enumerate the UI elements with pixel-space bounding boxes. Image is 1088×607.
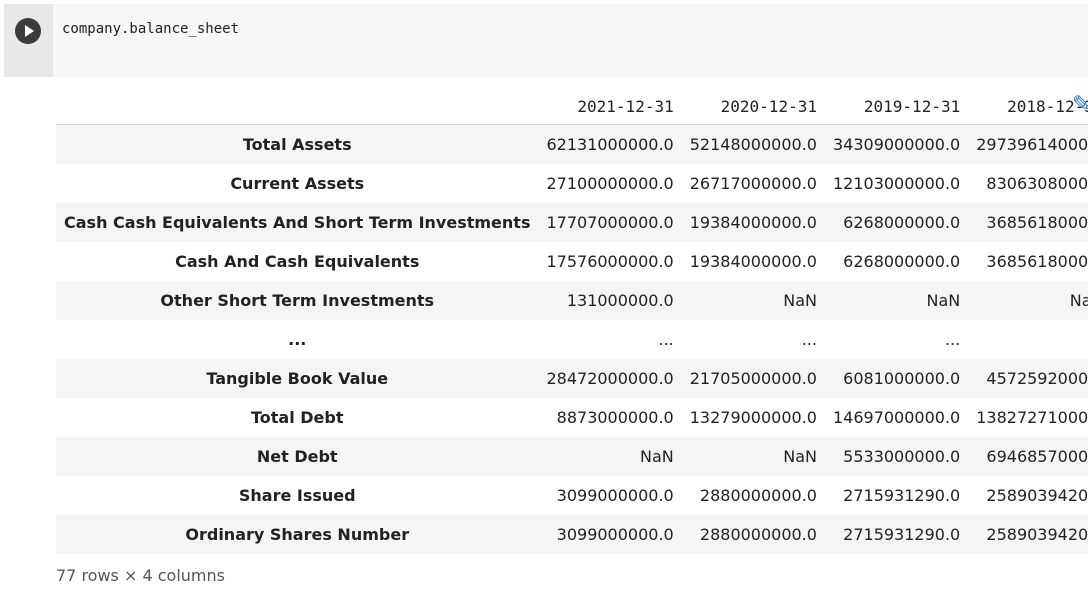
table-row: Current Assets 27100000000.0 26717000000.0…	[56, 164, 1088, 203]
play-icon	[25, 25, 34, 37]
table-cell: 2589039420.0	[986, 486, 1088, 505]
table-cell: 8306308000.0	[986, 174, 1088, 193]
table-cell: NaN	[1069, 291, 1088, 310]
table-cell: NaN	[783, 291, 817, 310]
table-cell: 2589039420.0	[986, 525, 1088, 544]
table-cell: NaN	[783, 447, 817, 466]
row-label: Cash And Cash Equivalents	[175, 252, 420, 271]
table-cell: 4572592000.0	[986, 369, 1088, 388]
table-cell: 27100000000.0	[546, 174, 674, 193]
table-cell: 6268000000.0	[843, 213, 961, 232]
table-cell: NaN	[926, 291, 961, 310]
table-row: Ordinary Shares Number 3099000000.0 288000…	[56, 515, 1088, 554]
row-label: Ordinary Shares Number	[185, 525, 410, 544]
dataframe-shape-info: 77 rows × 4 columns	[56, 566, 225, 585]
table-cell: 62131000000.0	[546, 135, 674, 154]
table-header-row: 2021-12-31 2020-12-31 2019-12-31 2018-12…	[56, 88, 1088, 125]
table-cell: 6268000000.0	[843, 252, 961, 271]
table-cell: ...	[801, 330, 817, 349]
table-cell: 12103000000.0	[832, 174, 961, 193]
row-label: Net Debt	[256, 447, 338, 466]
table-row: Tangible Book Value 28472000000.0 21705000…	[56, 359, 1088, 398]
table-cell: 2880000000.0	[699, 486, 817, 505]
column-header: 2020-12-31	[681, 88, 825, 125]
table-cell: 13279000000.0	[689, 408, 817, 427]
index-header	[56, 88, 539, 125]
code-text: company.balance_sheet	[62, 21, 240, 37]
table-cell: 131000000.0	[566, 291, 674, 310]
row-label: Share Issued	[238, 486, 356, 505]
table-cell: 19384000000.0	[689, 213, 817, 232]
code-editor[interactable]: company.balance_sheet	[53, 4, 1088, 77]
table-cell: 19384000000.0	[689, 252, 817, 271]
column-header: 2018-12-31	[968, 88, 1088, 125]
row-label: ...	[288, 330, 307, 349]
row-label: Current Assets	[230, 174, 365, 193]
cell-gutter	[4, 4, 53, 77]
table-row: Net Debt NaN NaN 5533000000.0 6946857000.0	[56, 437, 1088, 476]
table-cell: ...	[968, 320, 1088, 359]
row-label: Tangible Book Value	[206, 369, 389, 388]
table-row: Cash And Cash Equivalents 17576000000.0 19…	[56, 242, 1088, 281]
table-cell: 3685618000.0	[986, 213, 1088, 232]
table-cell: 13827271000.0	[976, 408, 1088, 427]
table-cell: 3099000000.0	[556, 486, 674, 505]
row-label: Cash Cash Equivalents And Short Term Inv…	[64, 213, 531, 232]
table-row: Share Issued 3099000000.0 2880000000.0 2715…	[56, 476, 1088, 515]
row-label: Total Assets	[242, 135, 352, 154]
edit-icon[interactable]: ✎	[1072, 92, 1088, 122]
table-cell: 3099000000.0	[556, 525, 674, 544]
table-cell: 3685618000.0	[986, 252, 1088, 271]
table-cell: ...	[658, 330, 674, 349]
table-cell: ...	[944, 330, 961, 349]
table-cell: 6081000000.0	[843, 369, 961, 388]
table-cell: 14697000000.0	[832, 408, 961, 427]
table-row: Total Assets 62131000000.0 52148000000.0 34…	[56, 124, 1088, 164]
table-row: Cash Cash Equivalents And Short Term Inv…	[56, 203, 1088, 242]
table-row: ...............	[56, 320, 1088, 359]
table-cell: 8873000000.0	[556, 408, 674, 427]
table-body: Total Assets 62131000000.0 52148000000.0 34…	[56, 124, 1088, 554]
table-cell: 34309000000.0	[832, 135, 961, 154]
table-cell: 52148000000.0	[689, 135, 817, 154]
table-cell: NaN	[639, 447, 674, 466]
run-cell-button[interactable]	[15, 18, 41, 44]
column-header: 2021-12-31	[538, 88, 682, 125]
table-cell: 6946857000.0	[986, 447, 1088, 466]
table-cell: 17707000000.0	[546, 213, 674, 232]
table-cell: 21705000000.0	[689, 369, 817, 388]
row-label: Other Short Term Investments	[160, 291, 435, 310]
cell-output: 2021-12-31 2020-12-31 2019-12-31 2018-12…	[56, 88, 1088, 554]
table-cell: 5533000000.0	[843, 447, 961, 466]
table-cell: 17576000000.0	[546, 252, 674, 271]
row-label: Total Debt	[250, 408, 344, 427]
table-cell: 2715931290.0	[843, 486, 961, 505]
table-cell: 2715931290.0	[843, 525, 961, 544]
table-cell: 28472000000.0	[546, 369, 674, 388]
column-header: 2019-12-31	[824, 88, 969, 125]
table-cell: 26717000000.0	[689, 174, 817, 193]
table-row: Total Debt 8873000000.0 13279000000.0 14697…	[56, 398, 1088, 437]
dataframe-table: 2021-12-31 2020-12-31 2019-12-31 2018-12…	[56, 88, 1088, 554]
table-cell: 29739614000.0	[976, 135, 1088, 154]
table-cell: 2880000000.0	[699, 525, 817, 544]
table-row: Other Short Term Investments 131000000.0 N…	[56, 281, 1088, 320]
